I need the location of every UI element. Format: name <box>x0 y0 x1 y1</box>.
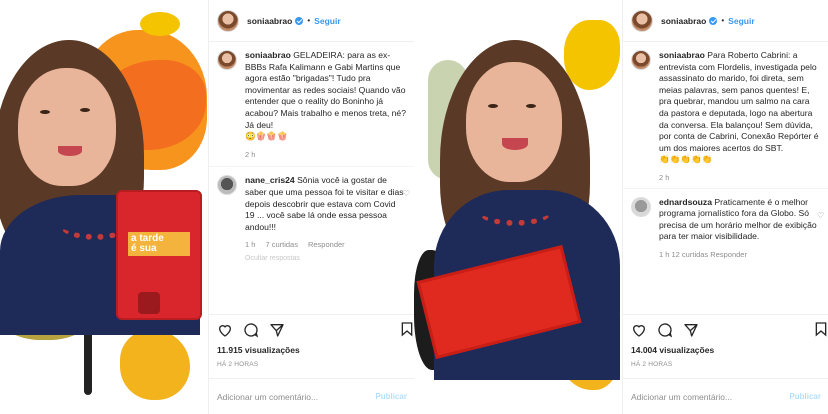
bookmark-icon[interactable] <box>813 321 828 337</box>
comment-icon[interactable] <box>657 322 673 338</box>
caption-text: GELADEIRA: para as ex-BBBs Rafa Kalimann… <box>245 50 406 130</box>
username[interactable]: soniaabrao <box>661 16 706 26</box>
caption-body: soniaabrao GELADEIRA: para as ex-BBBs Ra… <box>245 50 406 160</box>
yellow-splash-bottom <box>120 330 190 400</box>
bookmark-icon[interactable] <box>399 321 414 337</box>
instagram-post-right: soniaabrao • Seguir soniaabrao Para Robe… <box>414 0 828 414</box>
mini-fridge: a tarde é sua <box>116 190 202 320</box>
heart-icon[interactable] <box>217 322 233 338</box>
fridge-handle <box>138 292 160 314</box>
follow-button[interactable]: Seguir <box>314 16 340 26</box>
caption-time[interactable]: 2 h <box>659 172 669 184</box>
necklace <box>478 196 552 226</box>
post-image-left[interactable]: a tarde é sua <box>0 0 208 414</box>
avatar[interactable] <box>631 9 653 32</box>
caption-username[interactable]: soniaabrao <box>659 50 705 60</box>
caption-emojis: 👏👏👏👏👏 <box>659 154 713 165</box>
verified-badge-icon <box>709 16 718 25</box>
caption-meta: 2 h <box>659 172 820 184</box>
username[interactable]: soniaabrao <box>247 16 292 26</box>
comment-like-icon[interactable]: ♡ <box>817 211 824 220</box>
eye <box>80 108 90 112</box>
publish-button[interactable]: Publicar <box>789 392 821 401</box>
post-details-left: soniaabrao • Seguir soniaabrao GELADEIRA… <box>208 0 414 414</box>
verified-badge-icon <box>295 16 304 25</box>
mouth <box>502 138 528 150</box>
comment-meta-text[interactable]: 1 h 12 curtidas Responder <box>659 249 747 261</box>
comment-input[interactable]: Adicionar um comentário... <box>631 392 732 402</box>
add-comment-bar: Adicionar um comentário... Publicar <box>209 378 414 414</box>
share-icon[interactable] <box>269 322 285 338</box>
comment-like-icon[interactable]: ♡ <box>403 189 410 198</box>
fridge-logo: a tarde é sua <box>128 232 190 256</box>
comment-item: ednardsouza Praticamente é o melhor prog… <box>623 187 828 261</box>
add-comment-bar: Adicionar um comentário... Publicar <box>623 378 828 414</box>
commenter-username[interactable]: ednardsouza <box>659 197 712 207</box>
mouth <box>58 146 82 156</box>
comment-body: nane_cris24 Sônia você ia gostar de sabe… <box>245 175 406 251</box>
heart-icon[interactable] <box>631 322 647 338</box>
post-header: soniaabrao • Seguir <box>209 0 414 42</box>
separator-dot: • <box>307 16 311 25</box>
logo-line-2: é sua <box>131 243 157 254</box>
comment-icon[interactable] <box>243 322 259 338</box>
caption: soniaabrao Para Roberto Cabrini: a entre… <box>623 42 828 184</box>
post-details-right: soniaabrao • Seguir soniaabrao Para Robe… <box>622 0 828 414</box>
eye <box>526 104 536 108</box>
comment-meta: 1 h 7 curtidas Responder <box>245 239 406 251</box>
avatar[interactable] <box>217 9 239 32</box>
caption-text: Para Roberto Cabrini: a entrevista com F… <box>659 50 819 153</box>
action-bar: 11.915 visualizações HÁ 2 HORAS <box>209 314 414 368</box>
face <box>466 62 562 182</box>
post-timestamp[interactable]: HÁ 2 HORAS <box>217 361 407 368</box>
post-image-right[interactable] <box>414 0 622 414</box>
action-bar: 14.004 visualizações HÁ 2 HORAS <box>623 314 828 368</box>
caption: soniaabrao GELADEIRA: para as ex-BBBs Ra… <box>209 42 414 160</box>
caption-body: soniaabrao Para Roberto Cabrini: a entre… <box>659 50 820 184</box>
avatar[interactable] <box>631 50 651 70</box>
caption-emojis: 😳🍿🍿🍿 <box>245 131 288 142</box>
commenter-avatar[interactable] <box>631 196 651 217</box>
commenter-username[interactable]: nane_cris24 <box>245 175 295 185</box>
yellow-splash <box>564 20 620 90</box>
post-header: soniaabrao • Seguir <box>623 0 828 42</box>
avatar[interactable] <box>217 50 237 70</box>
face <box>18 68 116 186</box>
post-timestamp[interactable]: HÁ 2 HORAS <box>631 361 821 368</box>
instagram-post-left: a tarde é sua soniaabrao • Seguir soniaa… <box>0 0 414 414</box>
comment-meta: 1 h 12 curtidas Responder <box>659 249 820 261</box>
yellow-splash <box>140 12 180 36</box>
view-count[interactable]: 11.915 visualizações <box>217 345 407 355</box>
comment-body: ednardsouza Praticamente é o melhor prog… <box>659 197 820 261</box>
eye <box>40 110 50 114</box>
caption-time[interactable]: 2 h <box>245 149 255 161</box>
comment-input[interactable]: Adicionar um comentário... <box>217 392 318 402</box>
share-icon[interactable] <box>683 322 699 338</box>
eye <box>488 104 498 108</box>
publish-button[interactable]: Publicar <box>375 392 407 401</box>
comment-item: nane_cris24 Sônia você ia gostar de sabe… <box>209 166 414 251</box>
separator-dot: • <box>721 16 725 25</box>
view-count[interactable]: 14.004 visualizações <box>631 345 821 355</box>
commenter-avatar[interactable] <box>217 175 237 196</box>
caption-meta: 2 h <box>245 149 406 161</box>
caption-username[interactable]: soniaabrao <box>245 50 291 60</box>
comment-time[interactable]: 1 h <box>245 239 255 251</box>
hide-replies-link[interactable]: Ocultar respostas <box>245 255 414 262</box>
reply-link[interactable]: Responder <box>308 239 345 251</box>
comment-likes[interactable]: 7 curtidas <box>265 239 298 251</box>
follow-button[interactable]: Seguir <box>728 16 754 26</box>
